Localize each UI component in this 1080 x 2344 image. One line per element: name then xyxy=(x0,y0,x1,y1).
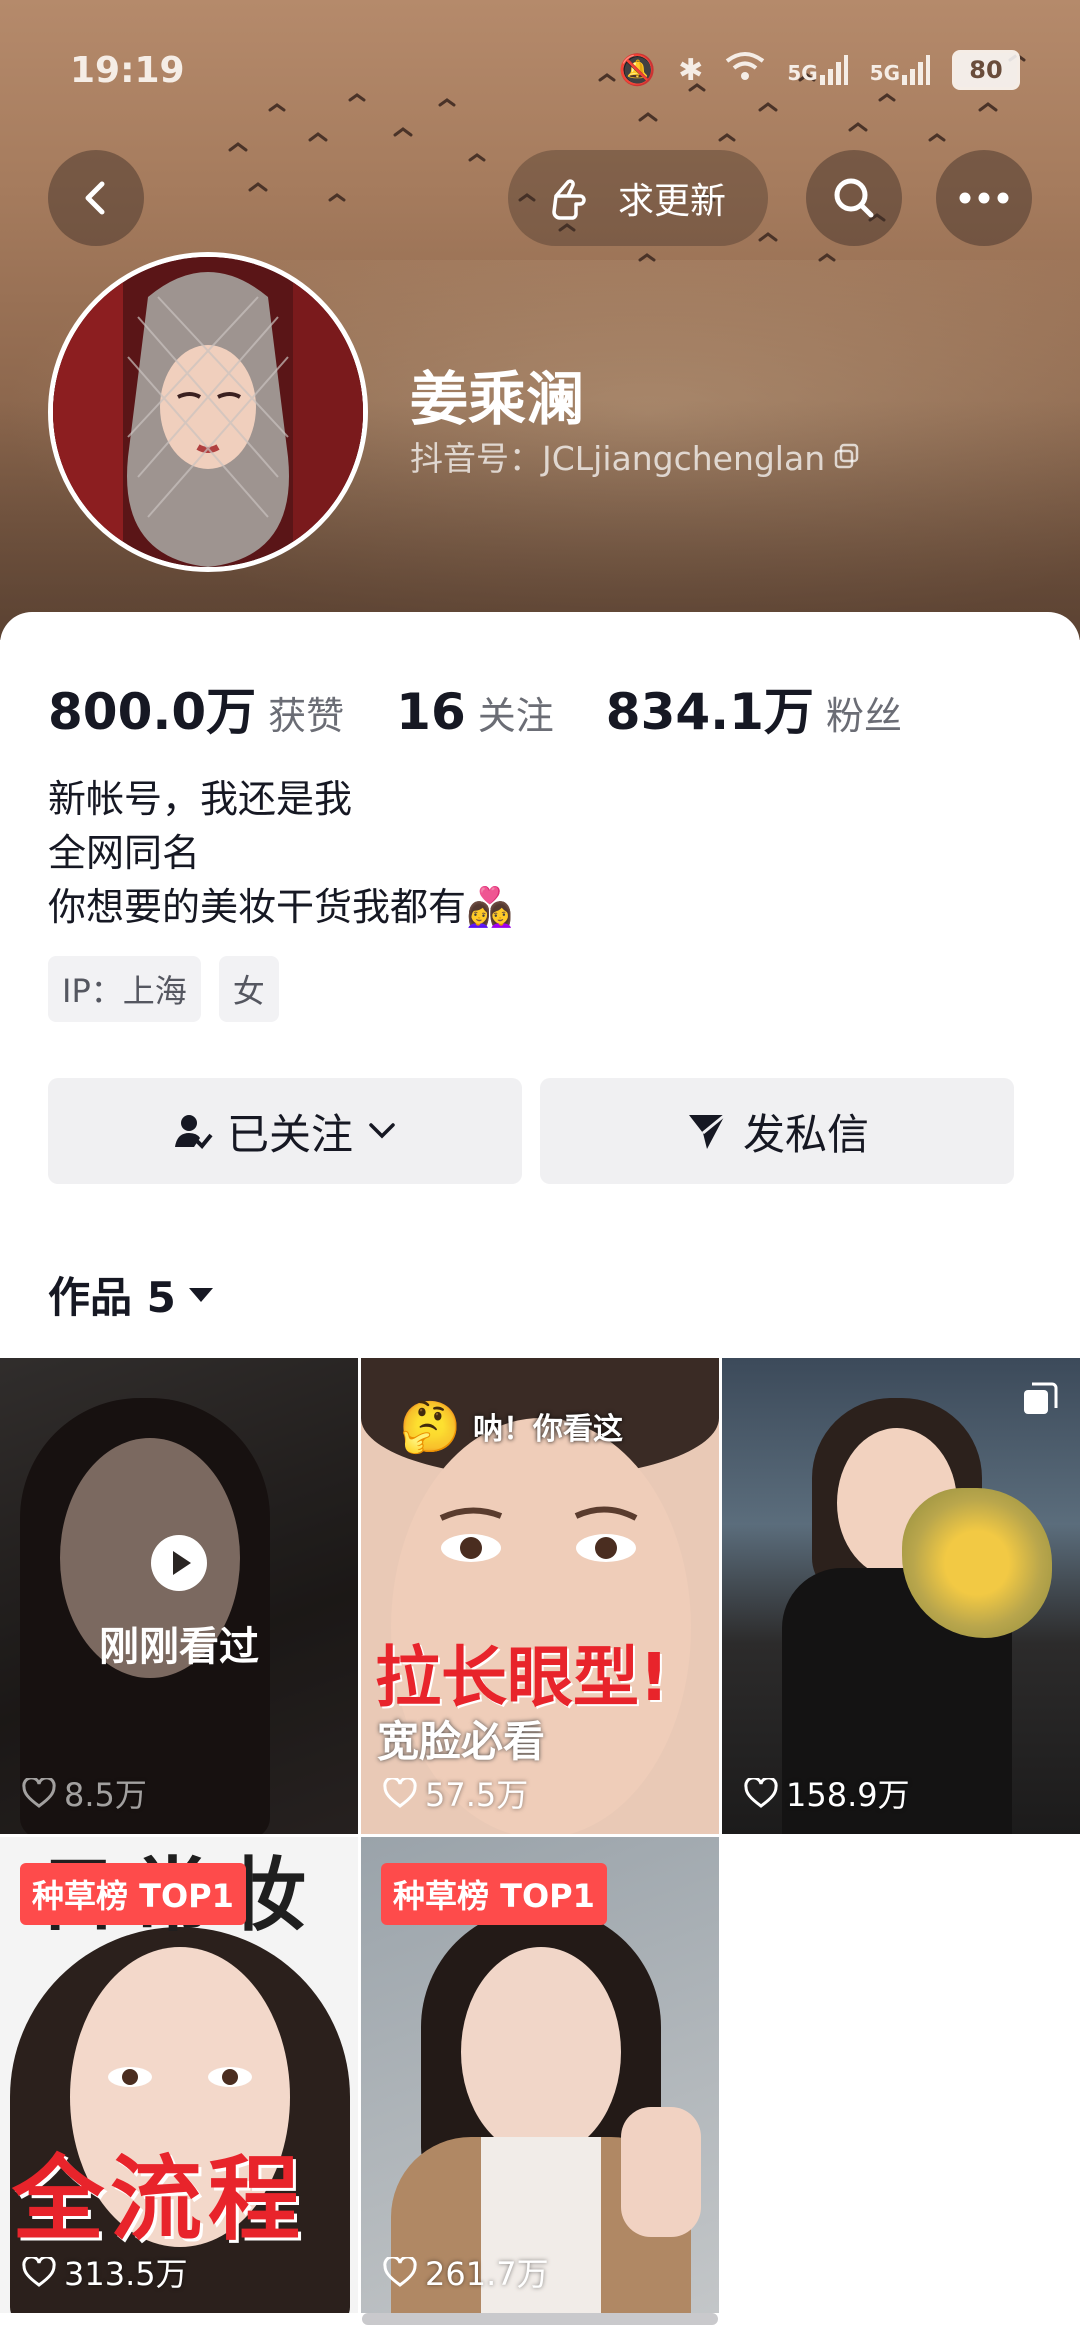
heart-icon xyxy=(383,2257,417,2287)
following-count[interactable]: 16 xyxy=(396,683,466,741)
caption-sub: 宽脸必看 xyxy=(377,1717,546,1766)
signal-5g-icon: 5G xyxy=(787,55,848,85)
douyin-id[interactable]: 抖音号：JCLjiangchenglan xyxy=(410,432,861,480)
more-button[interactable] xyxy=(936,150,1032,246)
bio-line: 你想要的美妆干货我都有👩‍❤️‍👩 xyxy=(48,885,514,929)
likes-label: 获赞 xyxy=(268,694,345,738)
likes-badge: 158.9万 xyxy=(744,1770,910,1816)
likes-count: 158.9万 xyxy=(786,1776,910,1814)
bio-line: 全网同名 xyxy=(48,831,201,875)
wifi-icon xyxy=(725,51,765,89)
heart-icon xyxy=(744,1778,778,1808)
caption-main: 拉长眼型! xyxy=(375,1639,670,1716)
works-tab-label: 作品 5 xyxy=(48,1273,176,1322)
video-thumbnail[interactable]: 刚刚看过 8.5万 xyxy=(0,1358,358,1834)
send-message-label: 发私信 xyxy=(742,1109,869,1159)
back-button[interactable] xyxy=(48,150,144,246)
status-icons: 🔕 ✱ 5G 5G 80 xyxy=(619,50,1020,90)
chevron-down-icon xyxy=(369,1123,395,1139)
search-button[interactable] xyxy=(806,150,902,246)
gender-tag: 女 xyxy=(218,956,279,1022)
video-thumbnail[interactable]: 种草榜 TOP1 261.7万 xyxy=(361,1837,719,2313)
waving-hand-image xyxy=(621,2107,701,2237)
bio: 新帐号，我还是我 全网同名 你想要的美妆干货我都有👩‍❤️‍👩 xyxy=(48,772,513,934)
caret-down-icon xyxy=(188,1287,213,1302)
home-indicator[interactable] xyxy=(362,2313,718,2325)
followers-count[interactable]: 834.1万 xyxy=(606,672,814,744)
bio-line: 新帐号，我还是我 xyxy=(48,777,353,821)
followers-label[interactable]: 粉丝 xyxy=(826,685,902,740)
heart-icon xyxy=(383,1778,417,1808)
thinking-face-icon: 🤔 xyxy=(399,1398,462,1456)
likes-count: 800.0万 xyxy=(48,683,257,741)
copy-icon[interactable] xyxy=(833,442,861,470)
mute-icon: 🔕 xyxy=(618,52,657,88)
heart-icon xyxy=(22,2257,56,2287)
play-icon xyxy=(151,1535,207,1591)
profile-tags: IP：上海 女 xyxy=(48,956,279,1022)
more-dots-icon xyxy=(959,192,1009,204)
status-bar: 19:19 🔕 ✱ 5G 5G 80 xyxy=(0,0,1080,140)
battery-icon: 80 xyxy=(952,50,1020,90)
avatar-image xyxy=(53,257,363,567)
multi-image-icon xyxy=(1024,1382,1058,1414)
user-check-icon xyxy=(174,1115,213,1149)
likes-badge: 57.5万 xyxy=(383,1770,528,1816)
watched-overlay xyxy=(0,1358,358,1834)
avatar[interactable] xyxy=(48,252,368,572)
thumbnail-image xyxy=(108,2067,252,2087)
following-label[interactable]: 关注 xyxy=(478,685,554,740)
profile-banner: 19:19 🔕 ✱ 5G 5G 80 求更新 姜乘澜 抖音号：JCLjiangc… xyxy=(0,0,1080,640)
bluetooth-icon: ✱ xyxy=(678,52,704,88)
profile-name: 姜乘澜 xyxy=(410,365,585,433)
likes-badge: 261.7万 xyxy=(383,2249,549,2295)
chevron-left-icon xyxy=(85,181,105,215)
request-update-button[interactable]: 求更新 xyxy=(508,150,768,246)
video-thumbnail[interactable]: 🤔 呐！你看这 拉长眼型! 宽脸必看 57.5万 xyxy=(361,1358,719,1834)
send-message-button[interactable]: 发私信 xyxy=(540,1078,1014,1184)
pointing-hand-icon xyxy=(552,179,586,220)
caption-top: 呐！你看这 xyxy=(473,1412,623,1447)
signal-5g-icon-2: 5G xyxy=(870,55,930,85)
followed-button[interactable]: 已关注 xyxy=(48,1078,522,1184)
likes-count: 57.5万 xyxy=(425,1776,529,1814)
request-update-label: 求更新 xyxy=(617,181,726,222)
watched-label: 刚刚看过 xyxy=(99,1624,259,1670)
works-tab[interactable]: 作品 5 xyxy=(48,1264,214,1325)
ip-location-tag: IP：上海 xyxy=(48,956,201,1022)
paper-plane-icon xyxy=(688,1113,726,1149)
video-thumbnail[interactable]: 日常妆 全流程 种草榜 TOP1 313.5万 xyxy=(0,1837,358,2313)
top-ranking-badge: 种草榜 TOP1 xyxy=(381,1863,607,1925)
followed-label: 已关注 xyxy=(226,1109,353,1159)
top-ranking-badge: 种草榜 TOP1 xyxy=(20,1863,246,1925)
likes-badge: 8.5万 xyxy=(22,1770,147,1816)
likes-count: 261.7万 xyxy=(425,2255,549,2293)
heart-icon xyxy=(22,1778,56,1808)
search-icon xyxy=(834,178,874,218)
caption-main: 全流程 xyxy=(12,2146,307,2253)
likes-count: 313.5万 xyxy=(64,2255,188,2293)
stats-row: 800.0万 获赞 16 关注 834.1万 粉丝 xyxy=(48,672,954,744)
douyin-id-text: 抖音号：JCLjiangchenglan xyxy=(410,439,826,478)
video-thumbnail[interactable]: 158.9万 xyxy=(722,1358,1080,1834)
likes-count: 8.5万 xyxy=(64,1776,147,1814)
status-time: 19:19 xyxy=(70,50,185,91)
thumbnail-image xyxy=(461,1947,621,2157)
likes-badge: 313.5万 xyxy=(22,2249,188,2295)
